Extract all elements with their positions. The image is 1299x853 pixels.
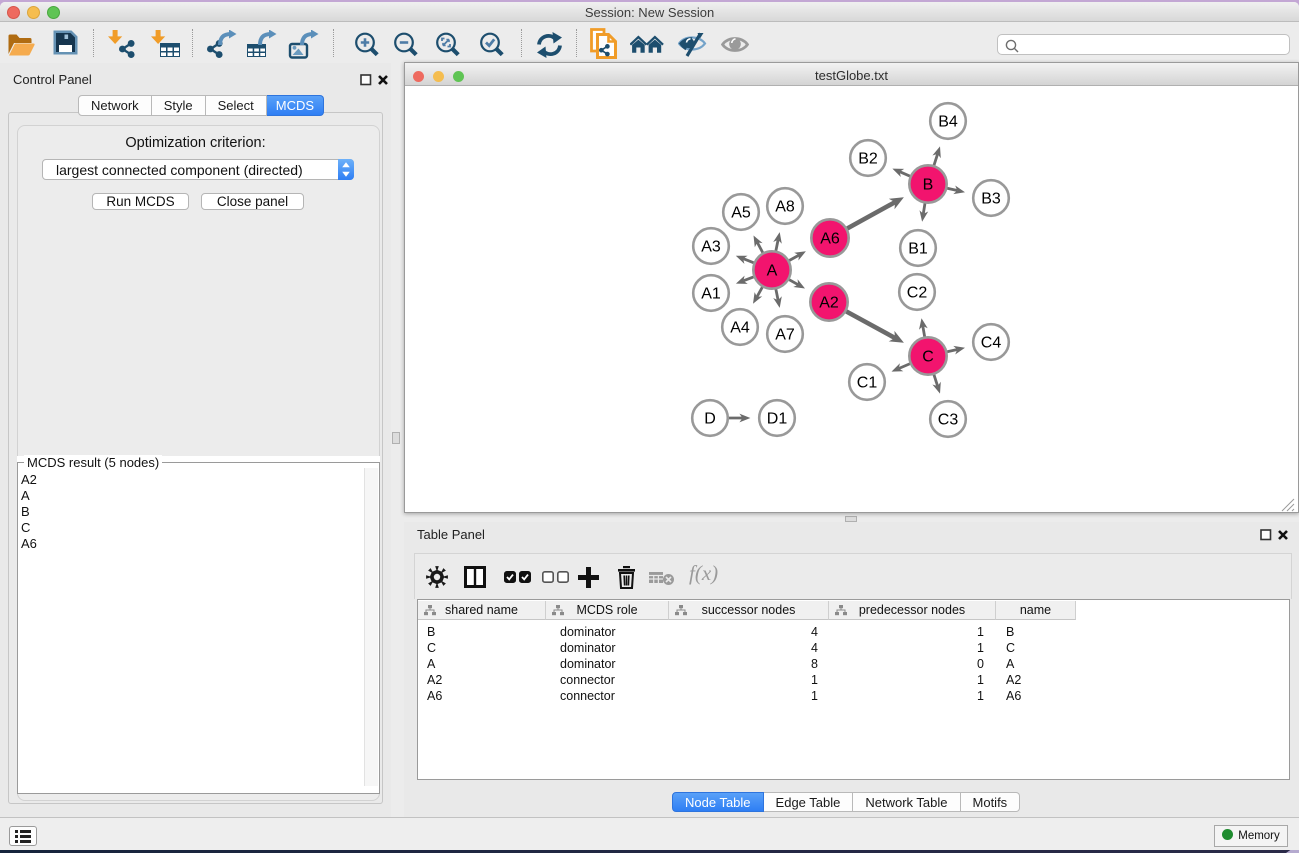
- svg-text:A7: A7: [775, 327, 795, 344]
- svg-text:A3: A3: [701, 239, 721, 256]
- svg-text:A1: A1: [701, 286, 721, 303]
- svg-text:B2: B2: [858, 151, 878, 168]
- svg-text:D1: D1: [767, 411, 788, 428]
- svg-text:B: B: [923, 177, 934, 194]
- svg-text:A6: A6: [820, 231, 840, 248]
- svg-text:C3: C3: [938, 412, 959, 429]
- svg-text:C4: C4: [981, 335, 1002, 352]
- svg-text:A4: A4: [730, 320, 750, 337]
- svg-text:C2: C2: [907, 285, 928, 302]
- svg-text:A: A: [767, 263, 778, 280]
- svg-text:C1: C1: [857, 375, 878, 392]
- svg-text:B1: B1: [908, 241, 928, 258]
- svg-text:A2: A2: [819, 295, 839, 312]
- svg-text:A8: A8: [775, 199, 795, 216]
- svg-text:D: D: [704, 411, 716, 428]
- svg-text:B4: B4: [938, 114, 958, 131]
- svg-text:A5: A5: [731, 205, 751, 222]
- svg-text:B3: B3: [981, 191, 1001, 208]
- svg-text:C: C: [922, 349, 934, 366]
